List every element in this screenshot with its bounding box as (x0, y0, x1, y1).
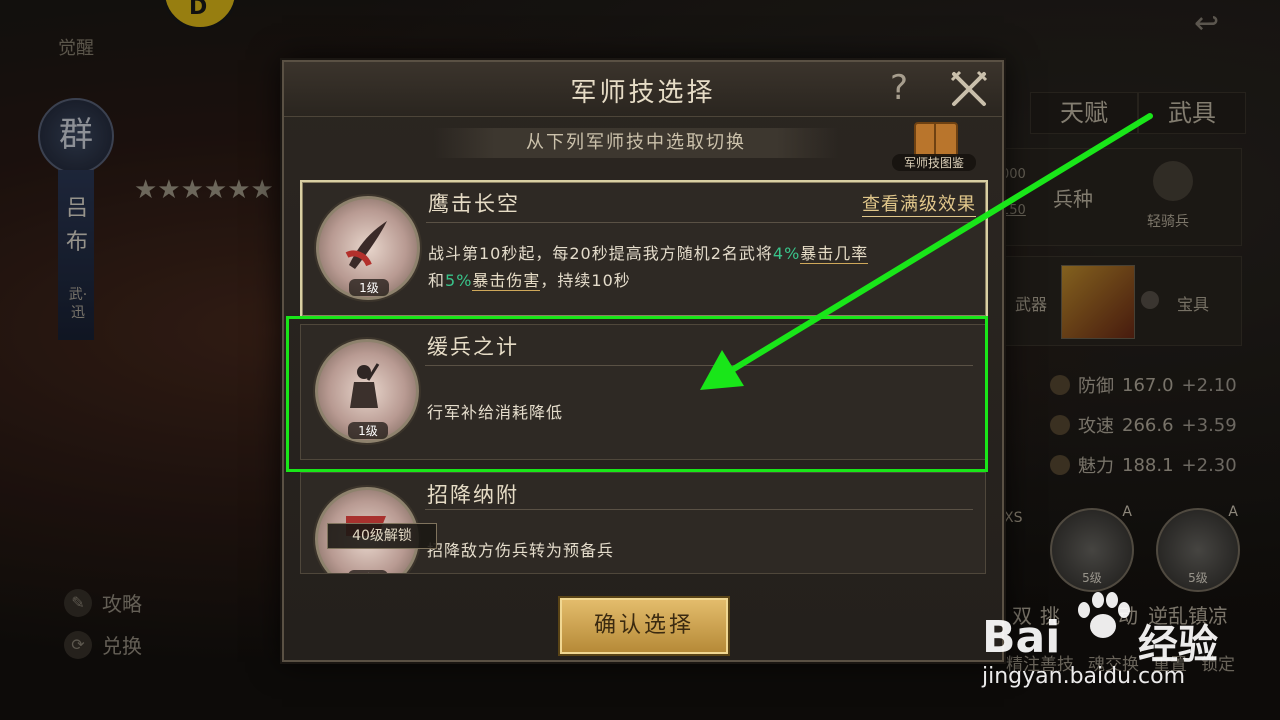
highlight-box (286, 316, 988, 472)
desc-value: 5% (445, 271, 473, 290)
book-icon (914, 122, 958, 156)
skill-description: 战斗第10秒起，每20秒提高我方随机2名武将4%暴击几率和5%暴击伤害，持续10… (428, 240, 968, 294)
close-icon[interactable] (948, 68, 990, 110)
view-max-level-link[interactable]: 查看满级效果 (862, 190, 976, 217)
blade-icon (345, 221, 387, 269)
codex-label: 军师技图鉴 (892, 154, 976, 171)
skill-description: 招降敌方伤兵转为预备兵 (427, 541, 615, 560)
watermark-jingyan: 经验 (1138, 622, 1218, 668)
desc-text: 和 (428, 271, 446, 290)
skill-name: 鹰击长空 (428, 192, 520, 216)
confirm-button[interactable]: 确认选择 (560, 598, 728, 654)
skill-portrait: 1级 (316, 196, 420, 300)
divider (425, 509, 973, 510)
skill-level: 1级 (348, 570, 388, 573)
skill-name: 招降纳附 (427, 483, 519, 507)
desc-text: 战斗第10秒起，每20秒提高我方随机2名武将 (428, 244, 773, 263)
dialog-subtitle: 从下列军师技中选取切换 (434, 128, 838, 158)
crit-damage-link[interactable]: 暴击伤害 (472, 271, 541, 291)
baidu-watermark: Bai 经验 jingyan.baidu.com (982, 592, 1280, 718)
watermark-url: jingyan.baidu.com (982, 664, 1186, 689)
desc-text: ，持续10秒 (540, 271, 631, 290)
paw-icon (1070, 588, 1130, 644)
skill-codex-button[interactable]: 军师技图鉴 (892, 122, 976, 172)
skill-option-recruit-surrender[interactable]: 1级 40级解锁 招降纳附 招降敌方伤兵转为预备兵 (300, 472, 986, 574)
divider (426, 222, 974, 223)
crit-rate-link[interactable]: 暴击几率 (800, 244, 869, 264)
skill-level: 1级 (349, 279, 389, 296)
skill-option-eagle-strike[interactable]: 1级 鹰击长空 查看满级效果 战斗第10秒起，每20秒提高我方随机2名武将4%暴… (300, 180, 988, 318)
watermark-brand: Bai (982, 612, 1061, 663)
unlock-level-badge: 40级解锁 (327, 523, 437, 549)
desc-value: 4% (772, 244, 801, 263)
help-icon[interactable]: ? (890, 68, 908, 108)
